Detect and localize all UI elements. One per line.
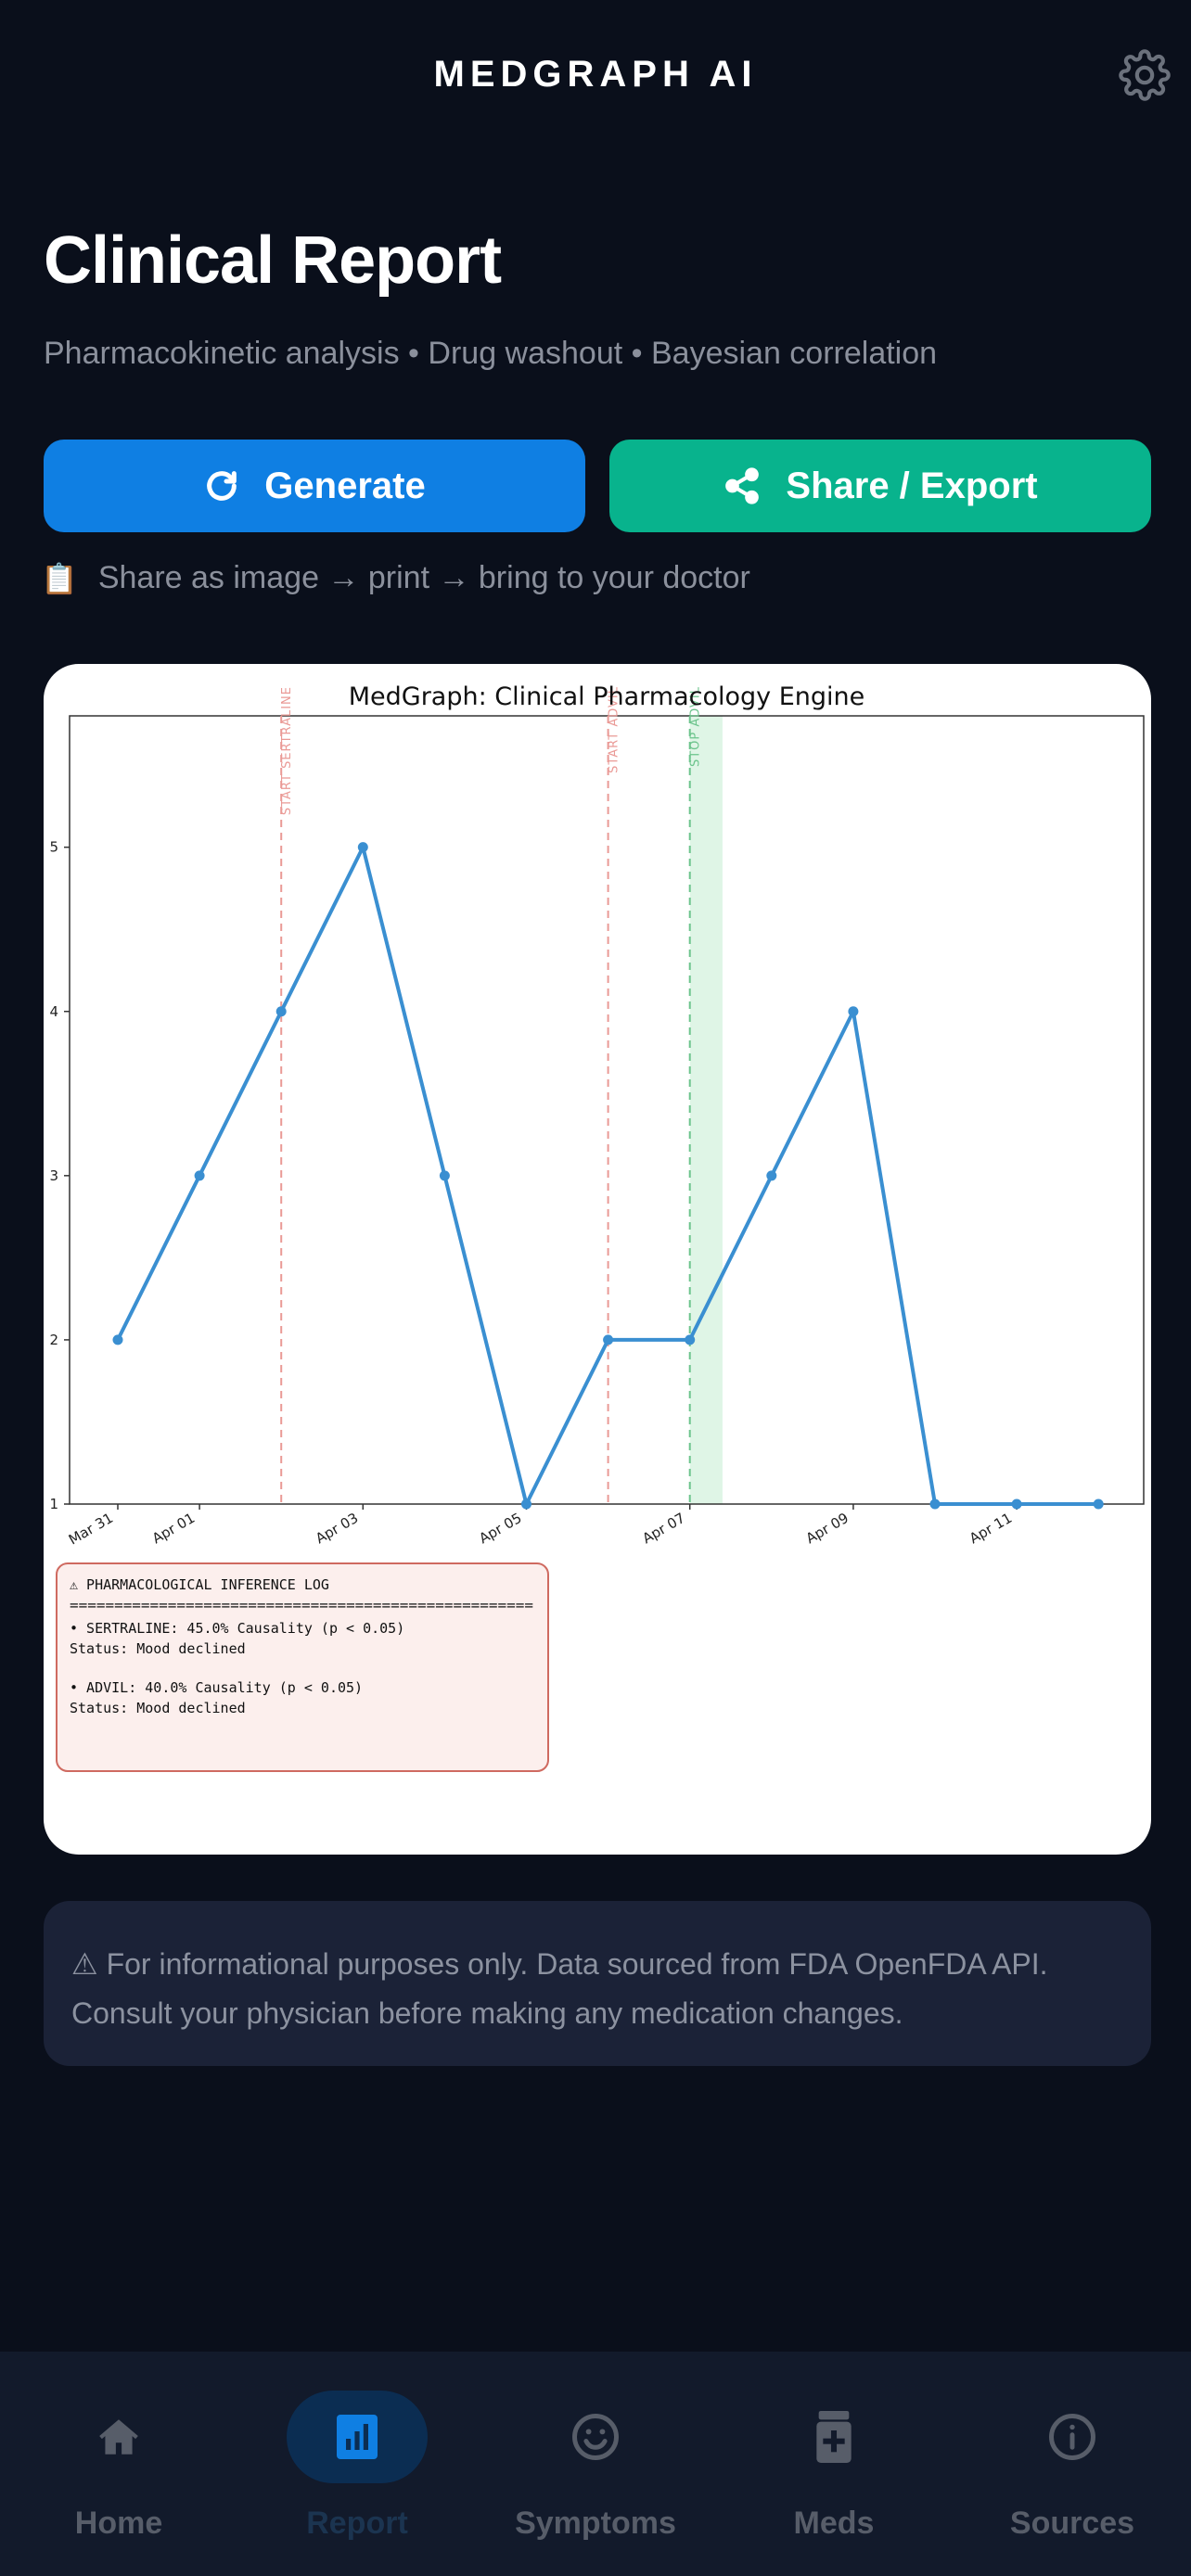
x-tick-label: Apr 11 xyxy=(967,1510,1015,1547)
home-icon xyxy=(99,2419,138,2455)
tab-home-icon-wrap xyxy=(48,2391,189,2483)
y-tick-label: 4 xyxy=(49,1003,58,1020)
pharmacology-chart: START SERTRALINE START ADVIL STOP ADVIL123… xyxy=(49,682,1145,1772)
data-point xyxy=(521,1498,531,1510)
page-title: Clinical Report xyxy=(44,223,502,298)
tab-symptoms[interactable]: Symptoms xyxy=(477,2352,714,2576)
tab-sources[interactable]: Sources xyxy=(954,2352,1191,2576)
share-hint: 📋 Share as image → print → bring to your… xyxy=(41,560,750,596)
tab-symptoms-icon-wrap xyxy=(525,2391,666,2483)
disclaimer: ⚠ For informational purposes only. Data … xyxy=(44,1901,1151,2066)
app-header: MEDGRAPH AI xyxy=(0,0,1191,158)
y-tick-label: 2 xyxy=(49,1332,58,1348)
data-point xyxy=(112,1334,123,1345)
x-tick-label: Mar 31 xyxy=(66,1510,116,1549)
inference-log-entry: • ADVIL: 40.0% Causality (p < 0.05) xyxy=(70,1679,363,1696)
x-tick-label: Apr 07 xyxy=(640,1510,688,1547)
y-tick-label: 1 xyxy=(49,1496,58,1512)
x-tick-label: Apr 09 xyxy=(803,1510,852,1547)
event-label: START SERTRALINE xyxy=(280,686,294,815)
chart-card: START SERTRALINE START ADVIL STOP ADVIL 1 2 3… xyxy=(44,664,1151,1855)
tab-meds-icon-wrap xyxy=(763,2391,904,2483)
tab-bar: Home Report Symptoms Meds Sources xyxy=(0,2352,1191,2576)
data-point xyxy=(685,1334,696,1345)
report-chart-icon xyxy=(337,2415,378,2459)
share-hint-text: Share as image → print → bring to your d… xyxy=(97,560,750,595)
settings-button[interactable] xyxy=(1115,43,1174,108)
inference-log-status: Status: Mood declined xyxy=(70,1700,246,1716)
tab-meds-label: Meds xyxy=(793,2506,875,2541)
tab-sources-icon-wrap xyxy=(1002,2391,1143,2483)
page-subtitle: Pharmacokinetic analysis • Drug washout … xyxy=(44,336,938,371)
tab-symptoms-label: Symptoms xyxy=(515,2506,676,2541)
tab-sources-label: Sources xyxy=(1009,2506,1135,2541)
data-point xyxy=(929,1498,941,1510)
data-point xyxy=(1011,1498,1022,1510)
data-point xyxy=(603,1334,614,1345)
data-point xyxy=(766,1170,777,1181)
tab-report-label: Report xyxy=(306,2506,408,2541)
data-point xyxy=(357,842,368,853)
refresh-icon xyxy=(207,471,237,501)
inference-log-separator: ========================================… xyxy=(70,1597,533,1613)
data-point xyxy=(439,1170,450,1181)
x-tick-label: Apr 03 xyxy=(313,1510,361,1547)
data-point xyxy=(1093,1498,1104,1510)
smiley-icon xyxy=(572,2414,619,2460)
info-icon xyxy=(1049,2414,1095,2460)
inference-log-title: ⚠ PHARMACOLOGICAL INFERENCE LOG xyxy=(70,1576,329,1593)
generate-button[interactable]: Generate xyxy=(44,440,585,532)
gear-icon xyxy=(1119,49,1171,101)
x-tick-label: Apr 05 xyxy=(476,1510,524,1547)
inference-log-box xyxy=(56,1562,549,1772)
y-tick-label: 3 xyxy=(49,1167,58,1184)
tab-report-icon-wrap xyxy=(287,2391,428,2483)
inference-log-status: Status: Mood declined xyxy=(70,1640,246,1657)
x-tick-label: Apr 01 xyxy=(149,1510,198,1547)
data-point xyxy=(194,1170,205,1181)
generate-label: Generate xyxy=(264,465,426,506)
share-icon xyxy=(725,467,760,504)
share-export-button[interactable]: Share / Export xyxy=(609,440,1151,532)
tab-meds[interactable]: Meds xyxy=(715,2352,953,2576)
chart-title: MedGraph: Clinical Pharmacology Engine xyxy=(349,682,865,711)
tab-home[interactable]: Home xyxy=(0,2352,237,2576)
app-title: MEDGRAPH AI xyxy=(433,54,758,95)
data-point xyxy=(848,1006,859,1017)
clipboard-icon: 📋 xyxy=(41,561,78,595)
washout-band xyxy=(689,716,723,1504)
pill-bottle-icon xyxy=(816,2411,852,2463)
tab-report[interactable]: Report xyxy=(238,2352,476,2576)
y-tick-label: 5 xyxy=(49,839,58,856)
tab-home-label: Home xyxy=(74,2506,163,2541)
data-point xyxy=(275,1006,287,1017)
share-export-label: Share / Export xyxy=(786,465,1038,506)
inference-log-entry: • SERTRALINE: 45.0% Causality (p < 0.05) xyxy=(70,1620,404,1637)
